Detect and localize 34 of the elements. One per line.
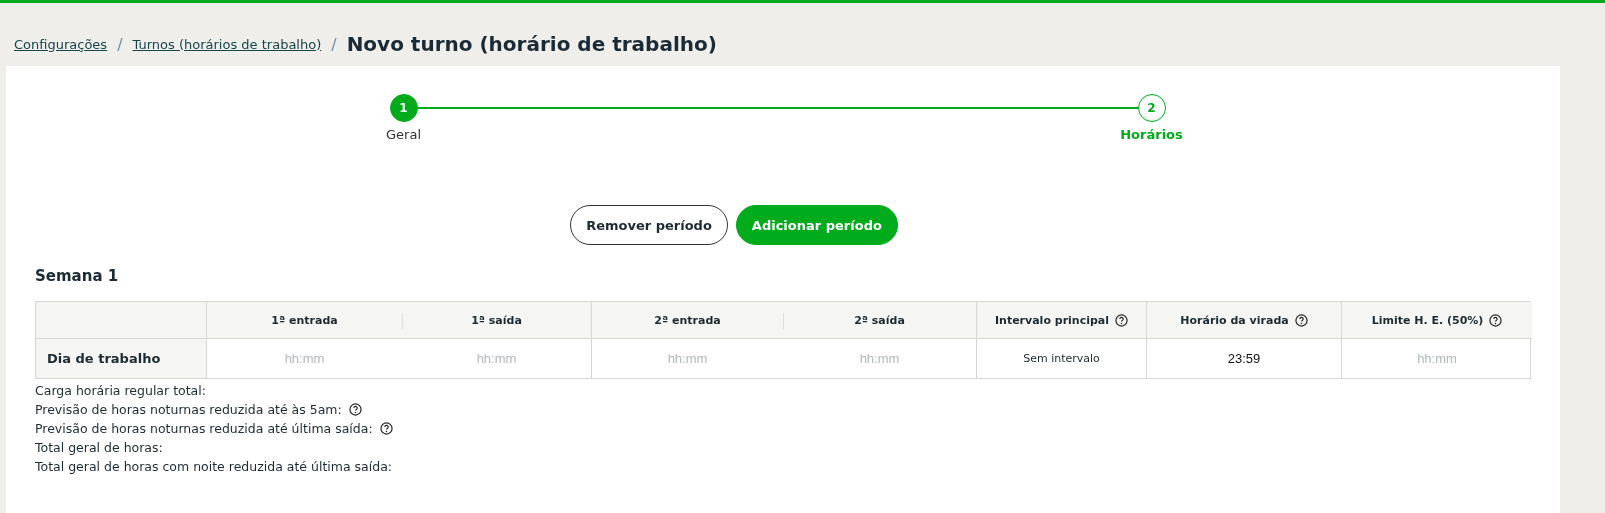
step-label: Horários — [1120, 127, 1183, 142]
breadcrumb-link[interactable]: Configurações — [14, 36, 108, 52]
time-input[interactable]: 23:59 — [1184, 347, 1304, 370]
help-icon[interactable] — [379, 422, 393, 435]
summary-label: Previsão de horas noturnas reduzida até última saída: — [35, 420, 373, 438]
time-input[interactable]: hh:mm — [627, 347, 748, 370]
help-icon[interactable] — [1489, 313, 1503, 327]
help-icon[interactable] — [348, 403, 362, 416]
column-header: Limite H. E. (50%) — [1371, 313, 1484, 327]
column-header: Intervalo principal — [994, 313, 1110, 327]
time-input[interactable]: hh:mm — [819, 347, 940, 370]
column-header: 1ª entrada — [271, 313, 338, 327]
summary-label: Total geral de horas: — [35, 439, 163, 457]
row-label: Dia de trabalho — [47, 351, 161, 366]
column-header: Horário da virada — [1180, 313, 1289, 327]
table-cell: Sem intervalo — [1023, 352, 1100, 365]
step-label: Geral — [386, 127, 421, 142]
summary-label: Previsão de horas noturnas reduzida até às 5am: — [35, 401, 342, 419]
page-title: Novo turno (horário de trabalho) — [346, 32, 717, 56]
help-icon[interactable] — [1294, 313, 1308, 327]
breadcrumb-separator: / — [117, 34, 123, 54]
summary-label: Total geral de horas com noite reduzida até última saída: — [35, 458, 393, 476]
summary-label: Carga horária regular total: — [35, 382, 206, 400]
column-header: 1ª saída — [471, 313, 522, 327]
time-input[interactable]: hh:mm — [436, 347, 557, 370]
week-title: Semana 1 — [35, 267, 120, 285]
breadcrumb-separator: / — [331, 34, 337, 54]
help-icon[interactable] — [1115, 313, 1129, 327]
time-input[interactable]: hh:mm — [1377, 347, 1497, 370]
time-input[interactable]: hh:mm — [244, 347, 365, 370]
column-header: 2ª entrada — [654, 313, 721, 327]
remove-button[interactable]: Remover período — [570, 205, 728, 245]
column-header: 2ª saída — [854, 313, 905, 327]
breadcrumb-link[interactable]: Turnos (horários de trabalho) — [132, 36, 322, 52]
